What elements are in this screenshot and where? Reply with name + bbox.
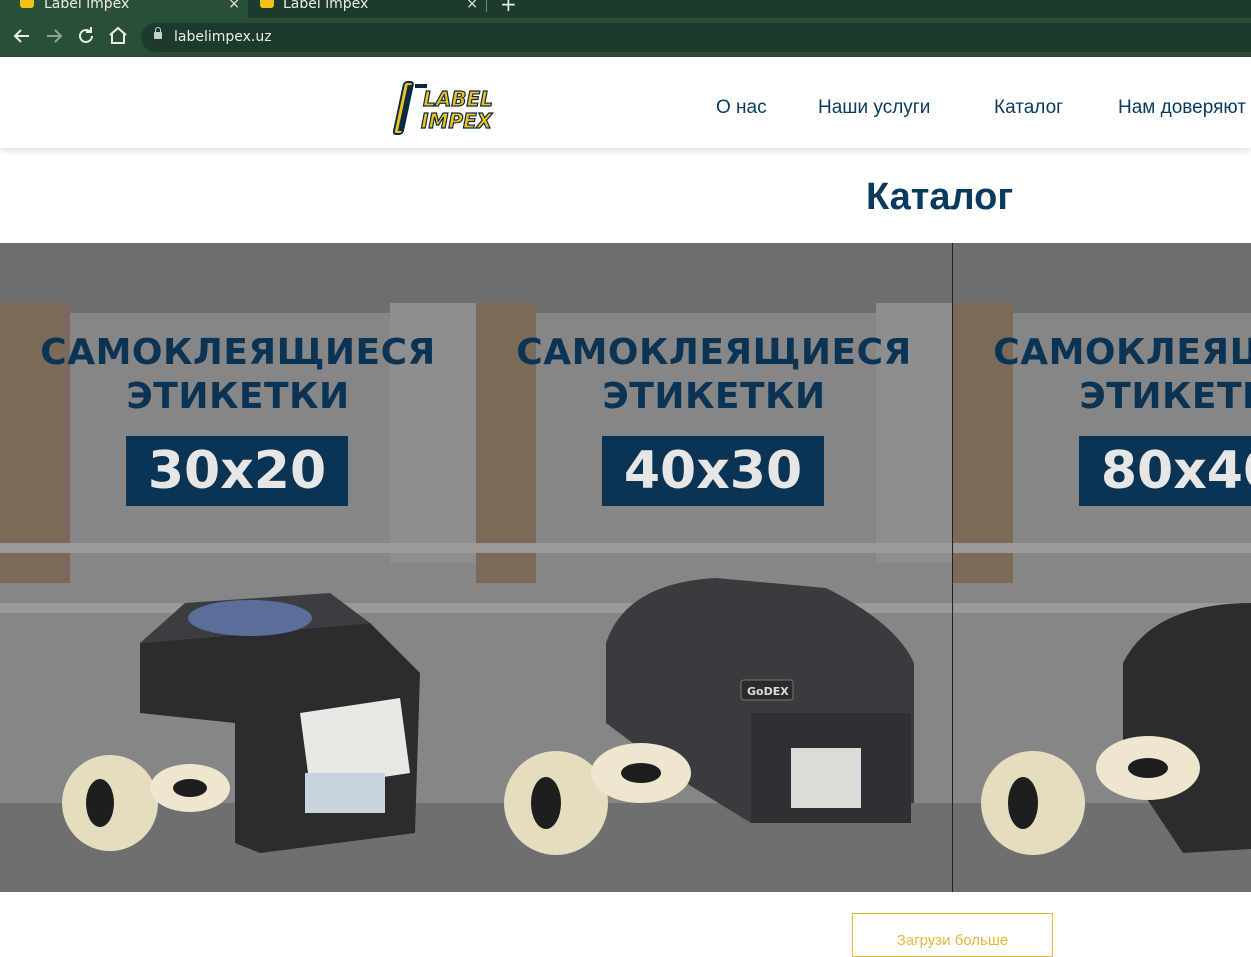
card-size-badge: 40x30 bbox=[602, 436, 824, 506]
card-heading: САМОКЛЕЯЩИЕСЯ ЭТИКЕТКИ bbox=[40, 332, 436, 417]
card-size-badge: 30x20 bbox=[126, 436, 348, 506]
svg-text:IMPEX: IMPEX bbox=[421, 109, 494, 133]
reload-icon[interactable] bbox=[74, 24, 98, 48]
catalog-card[interactable]: GoDEX САМОКЛЕЯЩИЕСЯ ЭТИКЕТКИ 40x30 bbox=[476, 243, 952, 892]
tab-title: Label impex bbox=[44, 0, 130, 12]
nav-link-services[interactable]: Наши услуги bbox=[818, 97, 930, 119]
card-size-badge: 80x40 bbox=[1079, 436, 1251, 506]
label-impex-logo[interactable]: LABEL IMPEX bbox=[393, 79, 503, 137]
tab-divider bbox=[486, 0, 487, 12]
svg-text:GoDEX: GoDEX bbox=[747, 685, 789, 698]
catalog-cards: САМОКЛЕЯЩИЕСЯ ЭТИКЕТКИ 30x20 GoDEX САМОК… bbox=[0, 243, 1251, 892]
nav-link-about[interactable]: О нас bbox=[716, 97, 767, 119]
card-heading: САМОКЛЕЯЩИЕСЯ ЭТИКЕТКИ bbox=[516, 332, 912, 417]
lock-icon bbox=[154, 27, 162, 39]
catalog-title: Каталог bbox=[866, 176, 1014, 218]
browser-tab[interactable]: Label impex × bbox=[250, 0, 486, 18]
close-icon[interactable]: × bbox=[466, 0, 478, 16]
card-divider bbox=[952, 243, 953, 892]
load-more-button[interactable]: Загрузи больше bbox=[852, 913, 1053, 957]
nav-link-clients[interactable]: Нам доверяют bbox=[1118, 97, 1246, 119]
plus-icon[interactable]: + bbox=[500, 0, 517, 14]
catalog-card[interactable]: САМОКЛЕЯЩИЕСЯ ЭТИКЕТКИ 30x20 bbox=[0, 243, 476, 892]
svg-text:LABEL: LABEL bbox=[423, 87, 493, 111]
address-bar[interactable]: labelimpex.uz bbox=[141, 23, 1251, 52]
home-icon[interactable] bbox=[106, 24, 130, 48]
tab-title: Label impex bbox=[283, 0, 369, 12]
back-icon[interactable] bbox=[10, 24, 34, 48]
browser-tab-active[interactable]: Label impex × bbox=[0, 0, 248, 18]
site-favicon-icon bbox=[20, 0, 34, 8]
nav-link-catalog[interactable]: Каталог bbox=[994, 97, 1063, 119]
close-icon[interactable]: × bbox=[228, 0, 240, 16]
url-text[interactable]: labelimpex.uz bbox=[174, 29, 272, 45]
card-heading: САМОКЛЕЯЩИЕСЯ ЭТИКЕТКИ bbox=[993, 332, 1251, 417]
browser-tab-strip: Label impex × Label impex × + bbox=[0, 0, 1251, 18]
site-header: LABEL IMPEX О нас Наши услуги Каталог На… bbox=[0, 57, 1251, 148]
site-favicon-icon bbox=[260, 0, 274, 8]
catalog-card[interactable]: САМОКЛЕЯЩИЕСЯ ЭТИКЕТКИ 80x40 bbox=[953, 243, 1251, 892]
forward-icon[interactable] bbox=[42, 24, 66, 48]
browser-toolbar: labelimpex.uz bbox=[0, 18, 1251, 57]
